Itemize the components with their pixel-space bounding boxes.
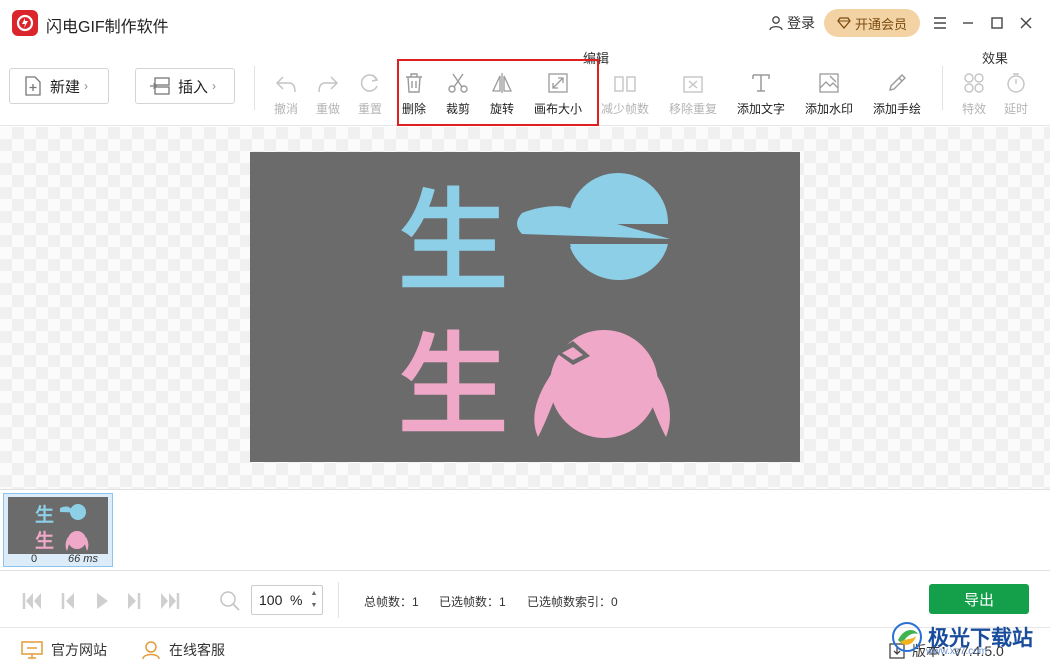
chevron-right-icon: › — [84, 79, 89, 93]
total-frames: 总帧数：1 — [364, 595, 419, 609]
selected-frame-index: 已选帧数索引：0 — [527, 595, 618, 609]
support-agent-icon — [142, 641, 160, 660]
insert-label: 插入 — [178, 78, 209, 96]
add-drawing-label: 添加手绘 — [872, 102, 921, 116]
effects-label: 特效 — [961, 102, 986, 116]
watermark-logo-icon — [892, 622, 922, 652]
frames-icon — [613, 68, 637, 94]
site-watermark: 极光下载站 www.xz7.com — [890, 612, 1050, 662]
last-frame-icon[interactable] — [158, 590, 182, 612]
app-title: 闪电GIF制作软件 — [46, 19, 169, 36]
delay-label: 延时 — [1003, 102, 1028, 116]
new-file-icon — [24, 76, 42, 96]
vip-label: 开通会员 — [854, 16, 907, 32]
close-icon[interactable] — [1016, 13, 1036, 33]
reduce-frames-label: 减少帧数 — [600, 102, 649, 116]
char-top: 生 — [398, 178, 508, 306]
canvas-area: 生 生 — [0, 127, 1050, 489]
effects-icon — [963, 68, 985, 94]
cap-head-figure — [517, 173, 670, 281]
insert-button[interactable]: 插入 › — [135, 68, 235, 104]
chevron-right-icon: › — [212, 79, 217, 93]
insert-icon — [150, 77, 170, 95]
maximize-icon[interactable] — [987, 13, 1007, 33]
menu-icon[interactable] — [930, 13, 950, 33]
frame-preview[interactable]: 生 生 — [250, 152, 800, 462]
undo-icon — [275, 68, 297, 94]
monitor-icon — [21, 641, 43, 659]
svg-text:生: 生 — [35, 503, 54, 526]
watermark-icon — [818, 68, 840, 94]
svg-text:生: 生 — [35, 529, 54, 552]
highlight-box — [397, 59, 599, 126]
effect-group-label: 效果 — [982, 51, 1009, 66]
login-label: 登录 — [787, 15, 815, 31]
divider — [942, 66, 943, 110]
remove-duplicate-button[interactable]: 移除重复 — [667, 68, 719, 118]
frame-index: 0 — [31, 553, 38, 565]
app-logo-icon — [12, 10, 38, 36]
divider — [338, 582, 339, 618]
redo-label: 重做 — [315, 102, 340, 116]
user-icon — [769, 16, 783, 31]
website-label: 官方网站 — [51, 642, 107, 658]
zoom-stepper[interactable]: ▲ ▼ — [309, 588, 319, 612]
frame-thumbnail-image: 生 生 — [8, 497, 108, 554]
zoom-value: 100 — [259, 592, 283, 608]
reduce-frames-button[interactable]: 减少帧数 — [599, 68, 651, 118]
title-bar: 闪电GIF制作软件 登录 开通会员 — [0, 0, 1050, 46]
diamond-icon — [837, 17, 851, 29]
divider — [254, 66, 255, 110]
timer-icon — [1005, 68, 1027, 94]
frame-duration: 66 ms — [68, 553, 98, 565]
website-link[interactable]: 官方网站 — [21, 640, 107, 660]
char-bottom: 生 — [398, 322, 508, 450]
remove-frame-icon — [682, 68, 704, 94]
minimize-icon[interactable] — [958, 13, 978, 33]
text-icon — [750, 68, 772, 94]
zoom-input[interactable]: 100 % ▲ ▼ — [251, 585, 323, 615]
prev-frame-icon[interactable] — [56, 590, 80, 612]
delay-button[interactable]: 延时 — [990, 68, 1042, 118]
export-button[interactable]: 导出 — [929, 584, 1029, 614]
undo-label: 撤消 — [273, 102, 298, 116]
zoom-icon[interactable] — [218, 590, 242, 612]
new-button[interactable]: 新建 › — [9, 68, 109, 104]
pencil-icon — [886, 68, 908, 94]
add-watermark-button[interactable]: 添加水印 — [803, 68, 855, 118]
add-text-button[interactable]: 添加文字 — [735, 68, 787, 118]
remove-duplicate-label: 移除重复 — [668, 102, 717, 116]
login-button[interactable]: 登录 — [768, 13, 815, 33]
frame-thumbnail[interactable]: 生 生 0 66 ms — [3, 493, 113, 567]
reset-label: 重置 — [357, 102, 382, 116]
watermark-url: www.xz7.com — [926, 646, 988, 657]
play-icon[interactable] — [90, 590, 114, 612]
reset-icon — [359, 68, 381, 94]
redo-icon — [317, 68, 339, 94]
new-label: 新建 — [50, 78, 81, 96]
add-text-label: 添加文字 — [736, 102, 785, 116]
girl-head-figure — [534, 330, 670, 438]
support-label: 在线客服 — [169, 642, 225, 658]
vip-button[interactable]: 开通会员 — [824, 9, 920, 37]
add-drawing-button[interactable]: 添加手绘 — [871, 68, 923, 118]
add-watermark-label: 添加水印 — [804, 102, 853, 116]
support-link[interactable]: 在线客服 — [141, 640, 225, 660]
zoom-unit: % — [290, 592, 303, 608]
selected-frames: 已选帧数：1 — [439, 595, 506, 609]
first-frame-icon[interactable] — [20, 590, 44, 612]
frame-strip: 生 生 0 66 ms — [0, 489, 1050, 571]
next-frame-icon[interactable] — [122, 590, 146, 612]
